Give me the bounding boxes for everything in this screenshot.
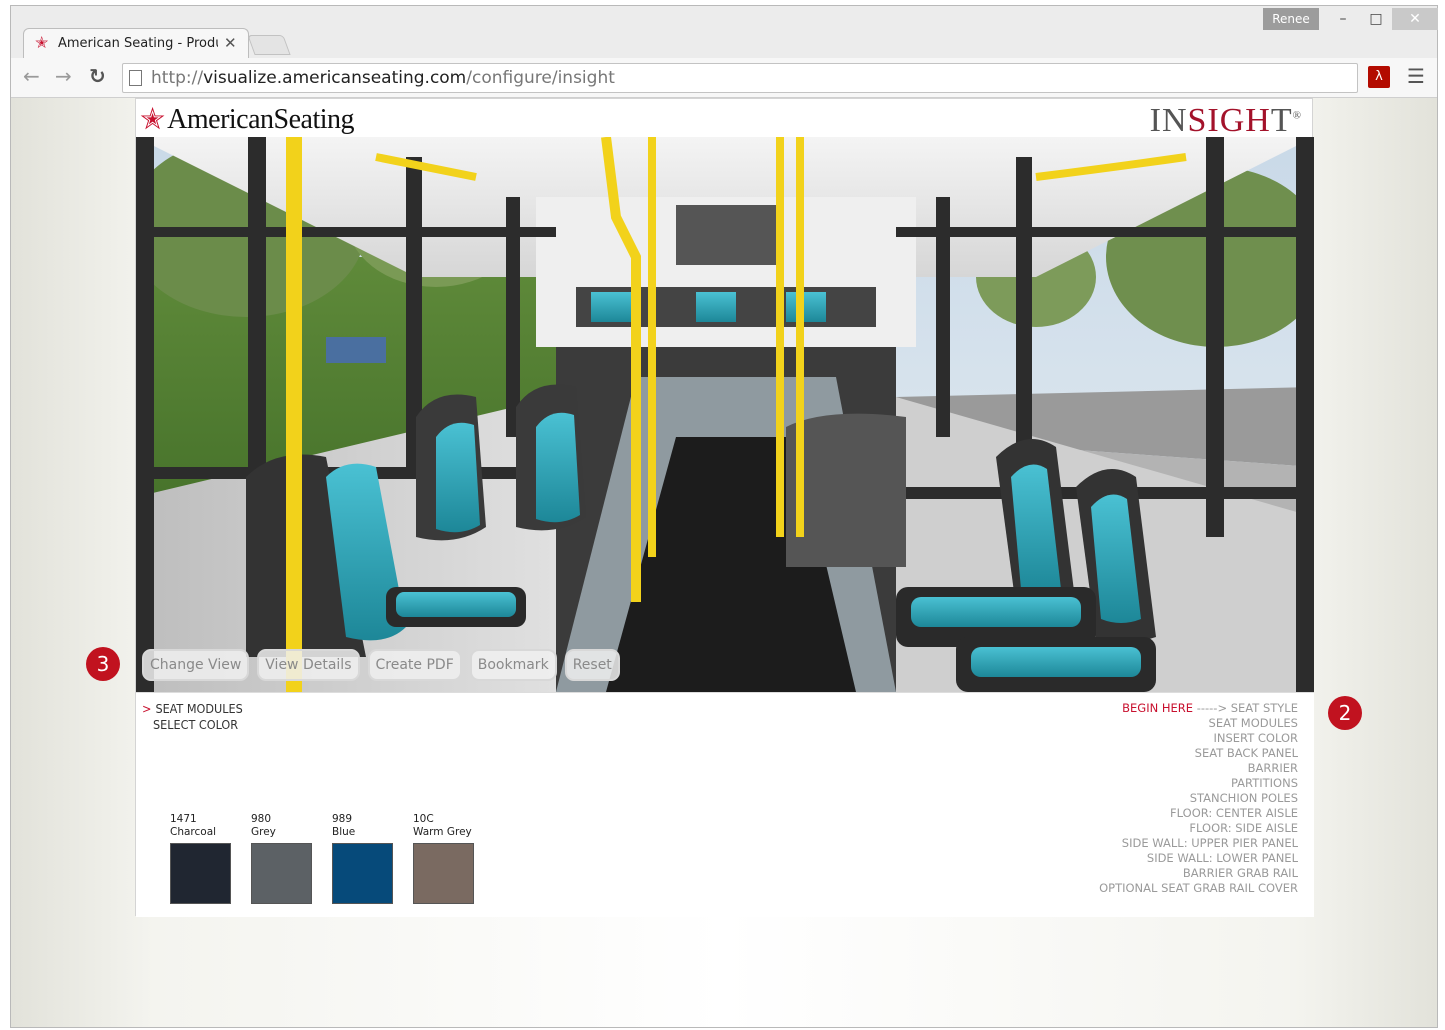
color-swatches: 1471 Charcoal 980 Grey 989 Blue 10C Warm… — [170, 813, 474, 904]
hamburger-menu-icon[interactable]: ☰ — [1407, 65, 1425, 87]
back-arrow-icon[interactable]: ← — [23, 66, 40, 86]
configurator: ✭ AmericanSeating INSIGHT® Change View V… — [135, 98, 1314, 917]
reload-icon[interactable]: ↻ — [89, 66, 106, 86]
step-stanchion-poles[interactable]: STANCHION POLES — [1099, 791, 1298, 806]
configuration-steps: BEGIN HERE -----> SEAT STYLE SEAT MODULE… — [1099, 701, 1298, 896]
swatch-blue[interactable]: 989 Blue — [332, 813, 393, 904]
close-window-button[interactable]: ✕ — [1392, 8, 1438, 30]
new-tab-button[interactable] — [247, 35, 291, 55]
title-bar: Renee – □ ✕ ✭ American Seating - Produ ✕ — [11, 6, 1438, 58]
swatch-code: 10C — [413, 813, 434, 825]
browser-tab[interactable]: ✭ American Seating - Produ ✕ — [23, 28, 249, 58]
tab-title: American Seating - Produ — [58, 36, 218, 51]
maximize-button[interactable]: □ — [1359, 8, 1393, 30]
insight-logo: INSIGHT® — [1149, 102, 1302, 139]
swatch-chip[interactable] — [170, 843, 231, 904]
swatch-name: Charcoal — [170, 826, 217, 838]
step-insert-color[interactable]: INSERT COLOR — [1099, 731, 1298, 746]
swatch-grey[interactable]: 980 Grey — [251, 813, 312, 904]
step-optional-seat-grab-rail-cover[interactable]: OPTIONAL SEAT GRAB RAIL COVER — [1099, 881, 1298, 896]
step-barrier-grab-rail[interactable]: BARRIER GRAB RAIL — [1099, 866, 1298, 881]
bus-interior-view[interactable]: Change View View Details Create PDF Book… — [136, 137, 1314, 692]
current-step-subtitle: SELECT COLOR — [153, 717, 239, 732]
swatch-code: 1471 — [170, 813, 197, 825]
swatch-code: 980 — [251, 813, 272, 825]
options-panel: > SEAT MODULES SELECT COLOR 1471 Charcoal… — [136, 692, 1314, 917]
browser-toolbar: ← → ↻ http://visualize.americanseating.c… — [11, 58, 1437, 98]
swatch-chip[interactable] — [251, 843, 312, 904]
swatch-warm-grey[interactable]: 10C Warm Grey — [413, 813, 474, 904]
star-logo-icon: ✭ — [140, 102, 166, 137]
step-side-wall-upper-pier-panel[interactable]: SIDE WALL: UPPER PIER PANEL — [1099, 836, 1298, 851]
current-step: > SEAT MODULES SELECT COLOR — [142, 701, 243, 733]
step-side-wall-lower-panel[interactable]: SIDE WALL: LOWER PANEL — [1099, 851, 1298, 866]
bookmark-button[interactable]: Bookmark — [469, 649, 557, 681]
swatch-name: Grey — [251, 826, 276, 838]
swatch-chip[interactable] — [332, 843, 393, 904]
page-icon — [129, 70, 142, 86]
step-partitions[interactable]: PARTITIONS — [1099, 776, 1298, 791]
step-barrier[interactable]: BARRIER — [1099, 761, 1298, 776]
american-seating-star-icon: ✭ — [35, 33, 49, 52]
brand-name: AmericanSeating — [167, 104, 355, 135]
user-badge[interactable]: Renee — [1263, 8, 1319, 30]
begin-here-label: BEGIN HERE — [1122, 701, 1194, 715]
view-details-button[interactable]: View Details — [257, 649, 360, 681]
step-seat-modules[interactable]: SEAT MODULES — [1099, 716, 1298, 731]
create-pdf-button[interactable]: Create PDF — [367, 649, 462, 681]
current-step-title: SEAT MODULES — [155, 701, 243, 716]
bus-interior-render — [136, 137, 1314, 692]
view-button-row: Change View View Details Create PDF Book… — [142, 649, 620, 681]
close-tab-icon[interactable]: ✕ — [224, 34, 237, 52]
callout-badge-2: 2 — [1328, 696, 1362, 730]
step-seat-style[interactable]: BEGIN HERE -----> SEAT STYLE — [1099, 701, 1298, 716]
chevron-right-icon: > — [142, 701, 152, 716]
swatch-name: Blue — [332, 826, 356, 838]
swatch-code: 989 — [332, 813, 353, 825]
american-seating-logo[interactable]: ✭ AmericanSeating — [140, 102, 355, 137]
acrobat-extension-icon[interactable]: λ — [1368, 66, 1390, 88]
browser-window: Renee – □ ✕ ✭ American Seating - Produ ✕… — [10, 5, 1438, 1028]
url-text[interactable]: http://visualize.americanseating.com/con… — [151, 68, 615, 88]
address-bar[interactable]: http://visualize.americanseating.com/con… — [122, 63, 1358, 93]
swatch-charcoal[interactable]: 1471 Charcoal — [170, 813, 231, 904]
minimize-button[interactable]: – — [1326, 8, 1360, 30]
reset-button[interactable]: Reset — [564, 649, 620, 681]
swatch-chip[interactable] — [413, 843, 474, 904]
step-floor-side-aisle[interactable]: FLOOR: SIDE AISLE — [1099, 821, 1298, 836]
change-view-button[interactable]: Change View — [142, 649, 250, 681]
step-seat-back-panel[interactable]: SEAT BACK PANEL — [1099, 746, 1298, 761]
forward-arrow-icon[interactable]: → — [55, 66, 72, 86]
page-viewport: ✭ AmericanSeating INSIGHT® Change View V… — [11, 98, 1437, 1027]
step-floor-center-aisle[interactable]: FLOOR: CENTER AISLE — [1099, 806, 1298, 821]
swatch-name: Warm Grey — [413, 826, 472, 838]
callout-badge-3: 3 — [86, 647, 120, 681]
